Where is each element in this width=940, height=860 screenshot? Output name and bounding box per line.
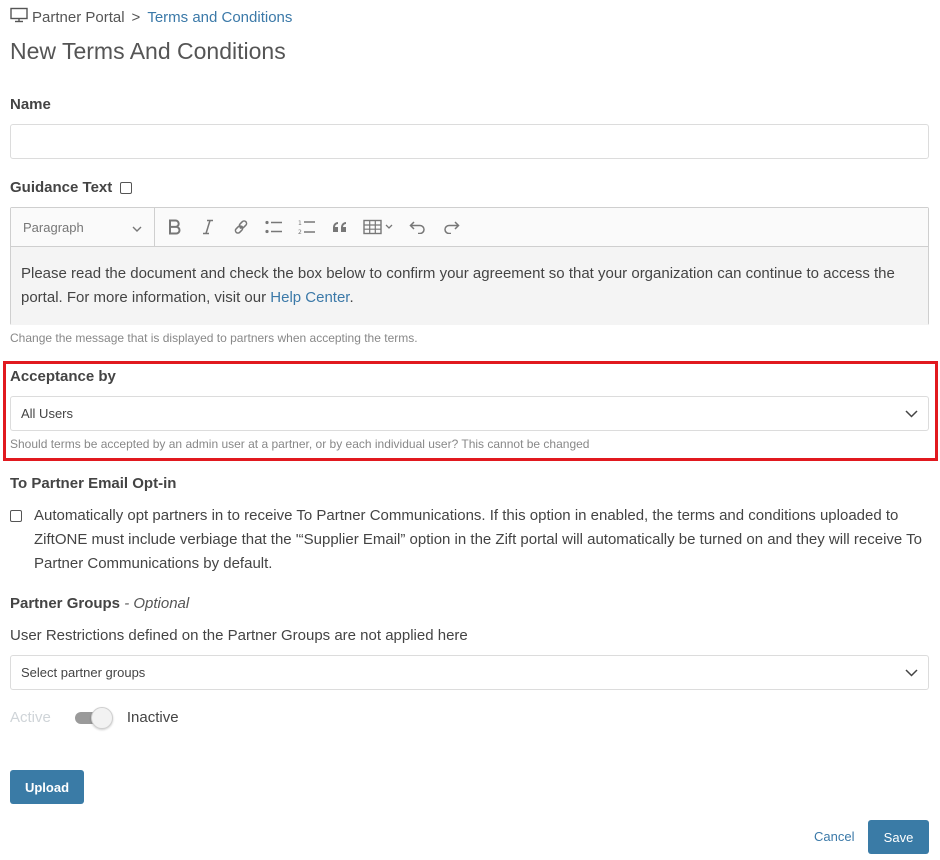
email-optin-row: Automatically opt partners in to receive… (10, 504, 930, 576)
partner-groups-label-row: Partner Groups - Optional (10, 595, 189, 612)
editor-content[interactable]: Please read the document and check the b… (11, 247, 928, 325)
paragraph-select[interactable]: Paragraph (11, 208, 155, 246)
guidance-text: Please read the document and check the b… (21, 265, 895, 306)
guidance-text-end: . (349, 289, 354, 306)
guidance-label-row: Guidance Text (10, 179, 133, 196)
upload-button[interactable]: Upload (10, 770, 84, 804)
bulleted-list-icon[interactable] (264, 217, 284, 237)
guidance-checkbox[interactable] (120, 181, 133, 194)
bold-icon[interactable] (165, 217, 185, 237)
partner-groups-label: Partner Groups (10, 595, 121, 612)
email-optin-checkbox[interactable] (10, 510, 22, 522)
italic-icon[interactable] (198, 217, 218, 237)
acceptance-select[interactable]: All Users (10, 396, 929, 431)
acceptance-label: Acceptance by (10, 368, 116, 385)
chevron-down-icon (905, 406, 918, 421)
chevron-down-icon (905, 665, 918, 680)
partner-groups-placeholder: Select partner groups (21, 665, 146, 680)
page-title: New Terms And Conditions (10, 38, 286, 64)
email-optin-label: To Partner Email Opt-in (10, 475, 177, 492)
toggle-knob (90, 707, 113, 729)
breadcrumb-separator: > (131, 8, 141, 26)
editor-toolbar: Paragraph 12 (11, 208, 928, 247)
table-icon[interactable] (363, 217, 395, 237)
editor-tools: 12 (155, 217, 461, 237)
status-toggle-switch[interactable] (71, 707, 113, 729)
email-optin-text: Automatically opt partners in to receive… (34, 507, 923, 572)
link-icon[interactable] (231, 217, 251, 237)
monitor-icon (10, 7, 28, 27)
cancel-button[interactable]: Cancel (814, 829, 854, 844)
acceptance-selected: All Users (21, 406, 74, 421)
breadcrumb-root[interactable]: Partner Portal (32, 9, 125, 26)
breadcrumb-current[interactable]: Terms and Conditions (147, 9, 292, 26)
name-label: Name (10, 96, 51, 113)
guidance-label: Guidance Text (10, 179, 113, 196)
status-toggle-row: Active Inactive (10, 707, 179, 729)
breadcrumb: Partner Portal > Terms and Conditions (10, 7, 292, 27)
acceptance-help: Should terms be accepted by an admin use… (10, 437, 590, 451)
numbered-list-icon[interactable]: 12 (297, 217, 317, 237)
inactive-label: Inactive (126, 708, 179, 726)
partner-groups-note: User Restrictions defined on the Partner… (10, 627, 468, 644)
name-input[interactable] (10, 124, 929, 159)
guidance-help: Change the message that is displayed to … (10, 331, 418, 345)
optional-label: - Optional (120, 595, 190, 612)
blockquote-icon[interactable] (330, 217, 350, 237)
partner-groups-select[interactable]: Select partner groups (10, 655, 929, 690)
help-center-link[interactable]: Help Center (270, 289, 349, 306)
svg-text:1: 1 (298, 220, 302, 227)
guidance-editor: Paragraph 12 Please read the document an… (10, 207, 929, 325)
chevron-down-icon (132, 220, 142, 235)
redo-icon[interactable] (441, 217, 461, 237)
active-label: Active (10, 708, 51, 726)
undo-icon[interactable] (408, 217, 428, 237)
paragraph-select-label: Paragraph (23, 219, 84, 235)
save-button[interactable]: Save (868, 820, 929, 854)
svg-text:2: 2 (298, 229, 302, 235)
